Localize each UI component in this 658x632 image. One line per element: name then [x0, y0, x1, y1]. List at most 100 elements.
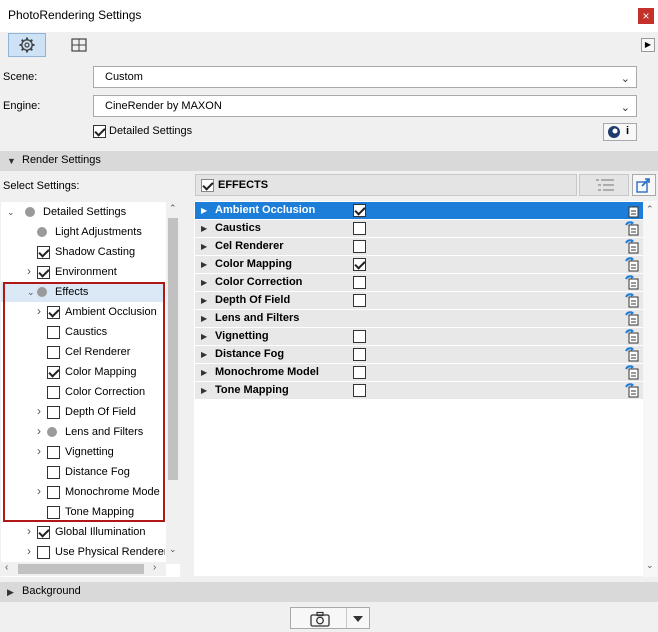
tree-item-label: Light Adjustments — [55, 226, 142, 238]
scene-value: Custom — [105, 71, 143, 83]
effect-row-caustics[interactable]: ▶ Caustics — [195, 220, 657, 238]
expand-triangle-icon[interactable]: ▶ — [201, 386, 207, 395]
tree-item-detailed-settings[interactable]: ⌄ Detailed Settings — [1, 202, 165, 222]
checkbox-unchecked[interactable] — [353, 222, 366, 235]
expand-triangle-icon: ▶ — [7, 587, 14, 597]
scene-label: Scene: — [3, 71, 38, 83]
background-header[interactable]: ▶ Background — [0, 582, 658, 602]
dropdown-arrow-icon[interactable] — [353, 616, 363, 622]
checkbox-checked[interactable] — [37, 266, 50, 279]
engine-select[interactable]: CineRender by MAXON ⌄ — [93, 95, 637, 117]
checkbox-unchecked[interactable] — [353, 294, 366, 307]
tree-vertical-scroll-thumb[interactable] — [168, 218, 178, 480]
checkbox-unchecked[interactable] — [353, 384, 366, 397]
effect-name: Lens and Filters — [215, 312, 300, 324]
expand-triangle-icon[interactable]: ▶ — [201, 242, 207, 251]
effect-row-lens-and-filters[interactable]: ▶ Lens and Filters — [195, 310, 657, 328]
effect-name: Color Mapping — [215, 258, 292, 270]
expand-triangle-icon[interactable]: ▶ — [201, 278, 207, 287]
effect-name: Vignetting — [215, 330, 269, 342]
scroll-up-icon[interactable]: ⌃ — [646, 204, 654, 215]
reset-settings-icon[interactable] — [625, 293, 639, 308]
partial-state-icon — [37, 227, 47, 237]
expand-triangle-icon[interactable]: ▶ — [201, 206, 207, 215]
effects-vertical-scrollbar[interactable]: ⌃ ⌄ — [643, 202, 657, 577]
reset-settings-icon[interactable] — [625, 221, 639, 236]
effect-row-color-correction[interactable]: ▶ Color Correction — [195, 274, 657, 292]
cinema4d-info-button[interactable]: i — [603, 123, 637, 141]
checkbox-unchecked[interactable] — [37, 546, 50, 559]
list-view-button[interactable] — [579, 174, 629, 196]
export-settings-button[interactable] — [632, 174, 656, 196]
chevron-right-icon[interactable]: › — [27, 264, 31, 278]
checkbox-unchecked[interactable] — [353, 366, 366, 379]
checkbox-checked[interactable] — [353, 204, 366, 217]
detailed-settings-checkbox[interactable] — [93, 125, 106, 141]
collapse-triangle-icon: ▼ — [7, 156, 16, 166]
expand-triangle-icon[interactable]: ▶ — [201, 314, 207, 323]
render-settings-header[interactable]: ▼ Render Settings — [0, 151, 658, 171]
reset-settings-icon[interactable] — [625, 329, 639, 344]
list-icon — [596, 179, 614, 191]
checkbox-unchecked[interactable] — [353, 348, 366, 361]
effects-checkbox[interactable] — [201, 179, 214, 192]
effect-row-monochrome-model[interactable]: ▶ Monochrome Model — [195, 364, 657, 382]
effect-name: Distance Fog — [215, 348, 285, 360]
reset-settings-icon[interactable] — [625, 239, 639, 254]
reset-settings-icon[interactable] — [625, 275, 639, 290]
scroll-down-icon[interactable]: ⌄ — [646, 560, 654, 571]
tree-item-environment[interactable]: › Environment — [1, 262, 165, 282]
expand-triangle-icon[interactable]: ▶ — [201, 224, 207, 233]
chevron-right-icon[interactable]: › — [27, 544, 31, 558]
effect-name: Color Correction — [215, 276, 303, 288]
scene-select[interactable]: Custom ⌄ — [93, 66, 637, 88]
tab-bar — [0, 32, 658, 58]
chevron-down-icon[interactable]: ⌄ — [7, 207, 15, 218]
expand-triangle-icon[interactable]: ▶ — [201, 260, 207, 269]
effect-row-cel-renderer[interactable]: ▶ Cel Renderer — [195, 238, 657, 256]
reset-settings-icon[interactable] — [625, 347, 639, 362]
effect-row-tone-mapping[interactable]: ▶ Tone Mapping — [195, 382, 657, 400]
effect-row-ambient-occlusion[interactable]: ▶ Ambient Occlusion — [195, 202, 657, 220]
checkbox-unchecked[interactable] — [353, 276, 366, 289]
scroll-down-icon[interactable]: ⌄ — [169, 544, 177, 555]
chevron-right-icon[interactable]: › — [27, 524, 31, 538]
tree-item-global-illumination[interactable]: › Global Illumination — [1, 522, 165, 542]
checkbox-checked[interactable] — [37, 246, 50, 259]
tab-scroll-right-button[interactable]: ▶ — [641, 38, 655, 52]
reset-settings-icon[interactable] — [625, 203, 639, 218]
reset-settings-icon[interactable] — [625, 383, 639, 398]
expand-triangle-icon[interactable]: ▶ — [201, 332, 207, 341]
expand-triangle-icon[interactable]: ▶ — [201, 296, 207, 305]
checkbox-unchecked[interactable] — [353, 330, 366, 343]
scroll-right-icon[interactable]: › — [153, 562, 156, 573]
effect-row-vignetting[interactable]: ▶ Vignetting — [195, 328, 657, 346]
checkbox-checked[interactable] — [93, 125, 106, 138]
chevron-down-icon: ⌄ — [620, 73, 630, 85]
effect-name: Ambient Occlusion — [215, 204, 316, 216]
render-split-button[interactable] — [290, 607, 370, 629]
reset-settings-icon[interactable] — [625, 365, 639, 380]
scroll-up-icon[interactable]: ⌃ — [169, 203, 177, 214]
tab-view[interactable] — [60, 33, 98, 57]
close-button[interactable]: × — [638, 8, 654, 24]
tree-horizontal-scroll-thumb[interactable] — [18, 564, 144, 574]
tab-settings[interactable] — [8, 33, 46, 57]
gear-icon — [19, 37, 35, 53]
checkbox-checked[interactable] — [37, 526, 50, 539]
camera-icon[interactable] — [310, 611, 330, 627]
checkbox-checked[interactable] — [353, 258, 366, 271]
checkbox-unchecked[interactable] — [353, 240, 366, 253]
scroll-left-icon[interactable]: ‹ — [5, 562, 8, 573]
expand-triangle-icon[interactable]: ▶ — [201, 350, 207, 359]
effect-name: Caustics — [215, 222, 261, 234]
expand-triangle-icon[interactable]: ▶ — [201, 368, 207, 377]
tree-item-shadow-casting[interactable]: Shadow Casting — [1, 242, 165, 262]
reset-settings-icon[interactable] — [625, 257, 639, 272]
reset-settings-icon[interactable] — [625, 311, 639, 326]
tree-item-light-adjustments[interactable]: Light Adjustments — [1, 222, 165, 242]
effect-row-depth-of-field[interactable]: ▶ Depth Of Field — [195, 292, 657, 310]
tree-item-use-physical-renderer[interactable]: › Use Physical Renderer — [1, 542, 165, 562]
effect-row-distance-fog[interactable]: ▶ Distance Fog — [195, 346, 657, 364]
effect-row-color-mapping[interactable]: ▶ Color Mapping — [195, 256, 657, 274]
